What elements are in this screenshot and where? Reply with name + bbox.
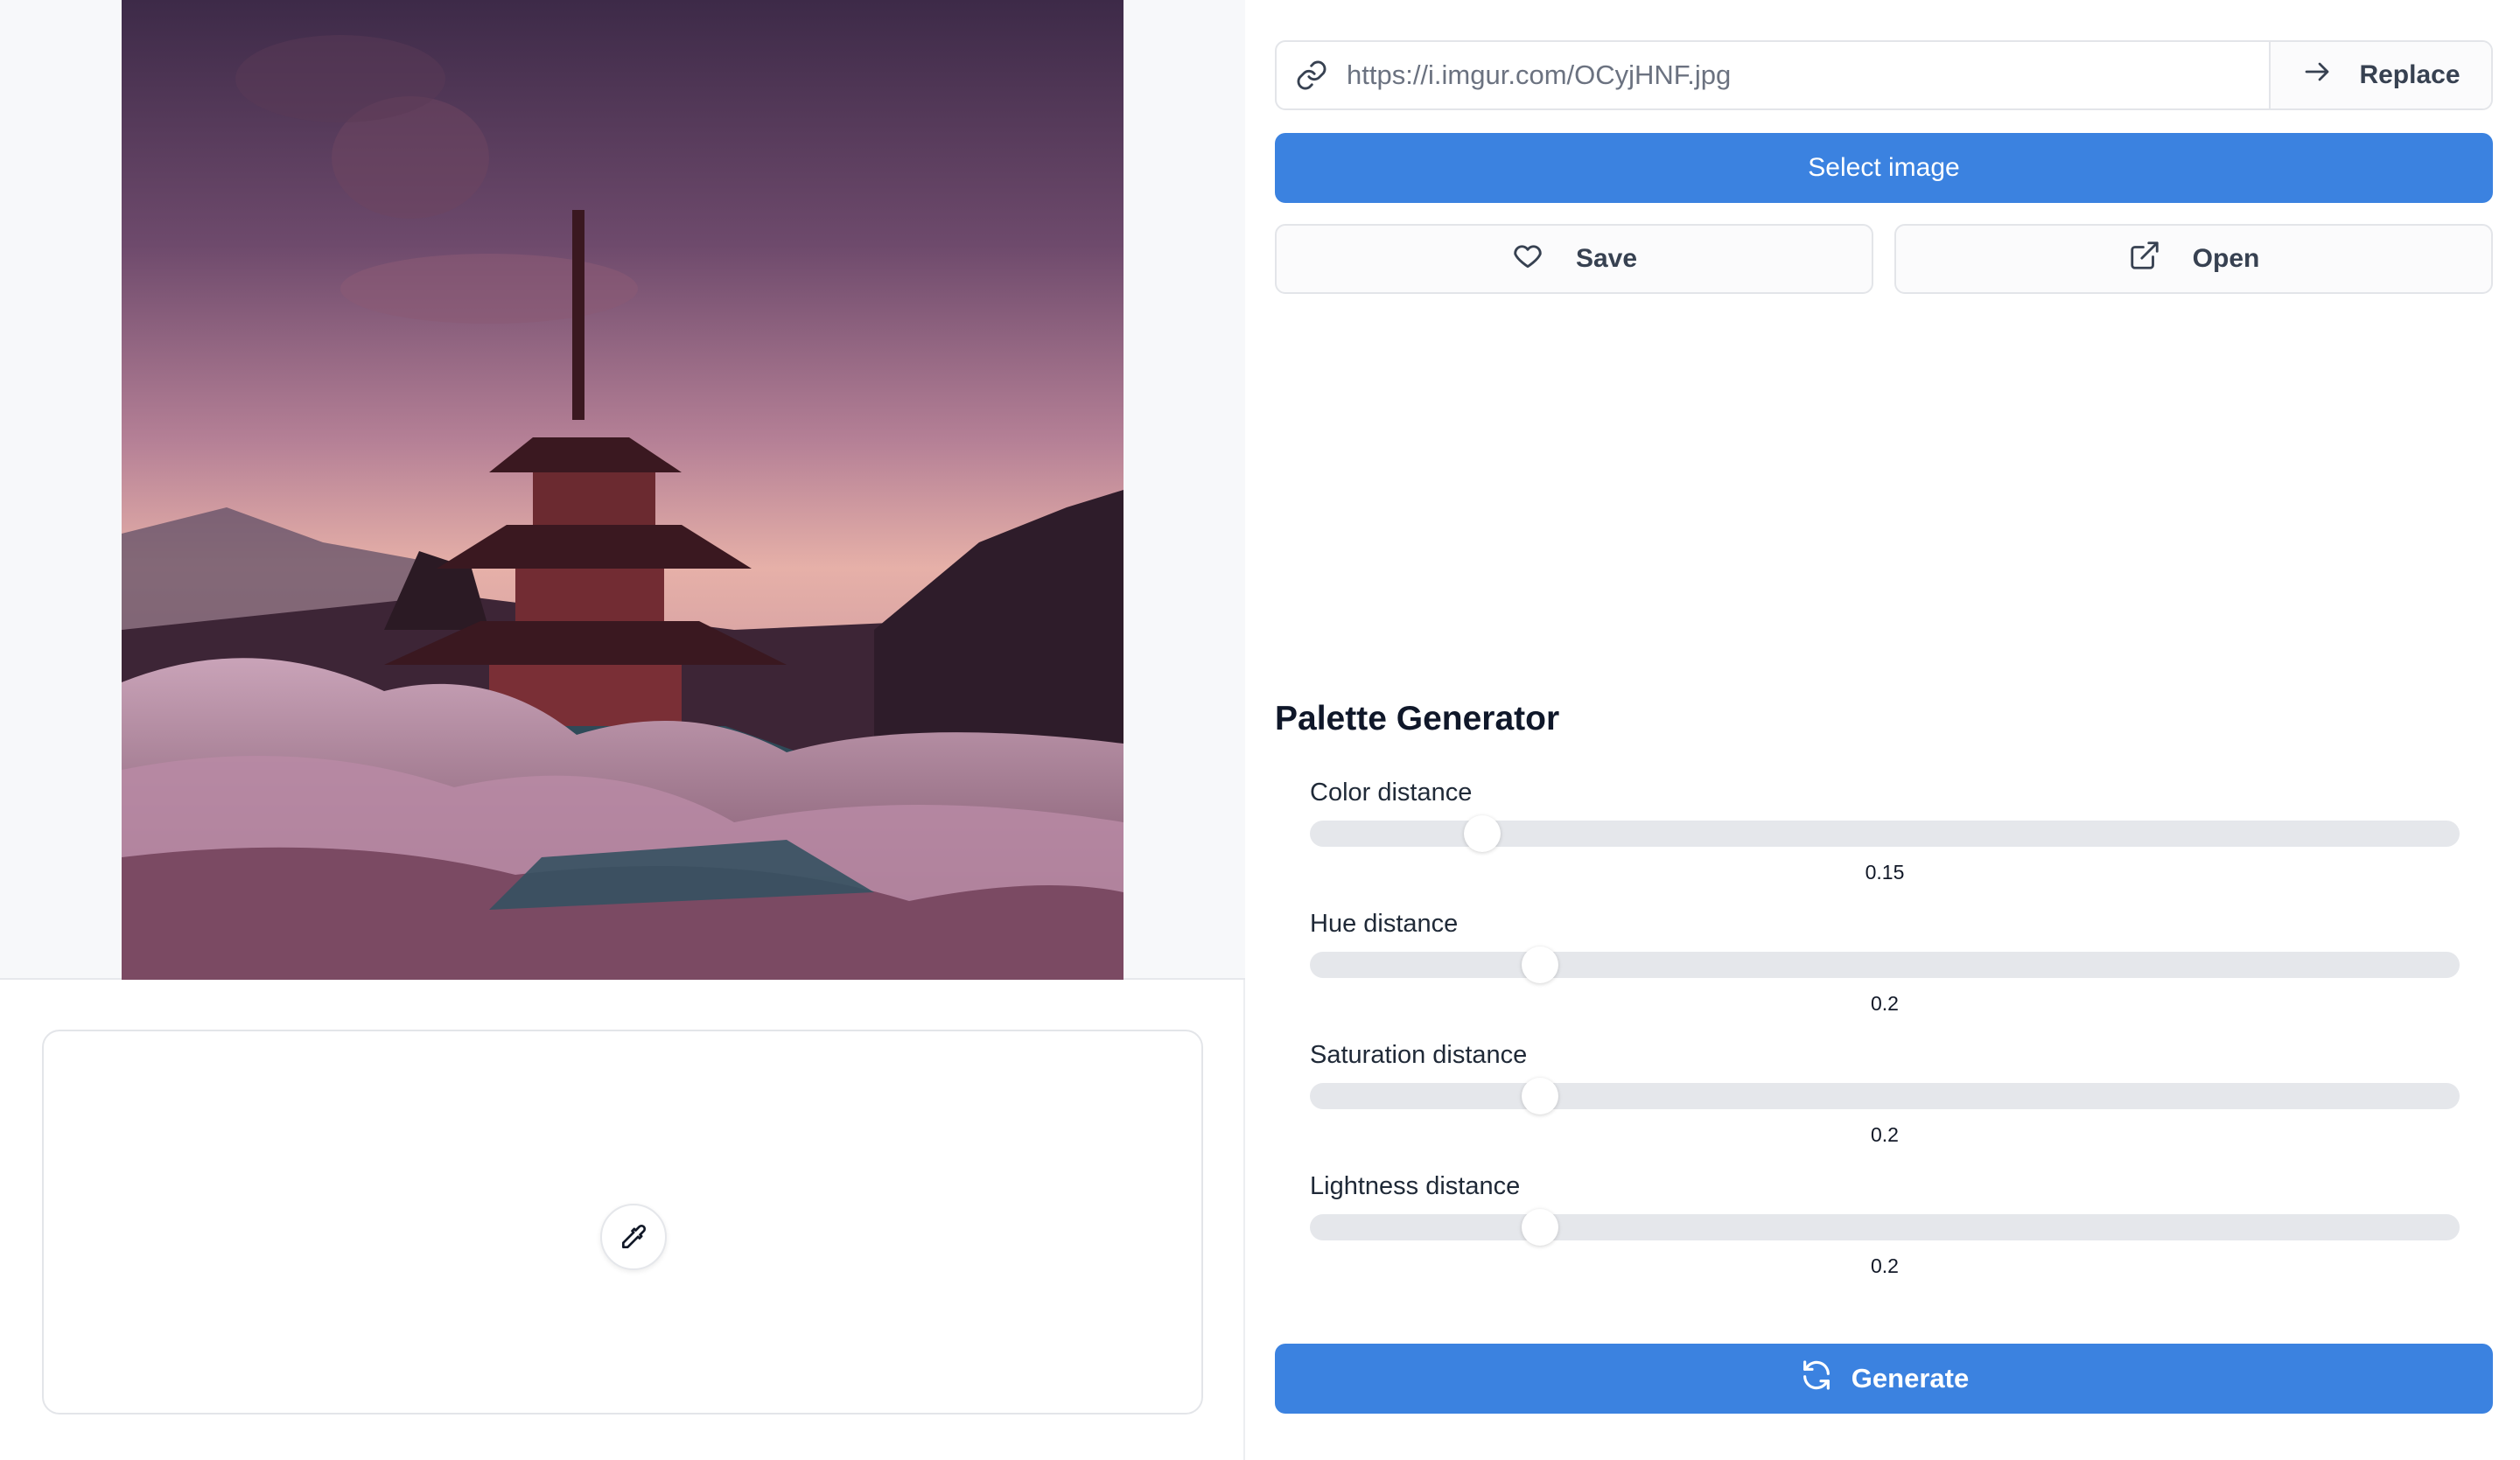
hue-distance-value: 0.2 — [1871, 992, 1899, 1015]
url-bar: Replace — [1275, 40, 2493, 110]
replace-button[interactable]: Replace — [2269, 42, 2491, 108]
external-link-icon — [2128, 239, 2161, 279]
color-distance-value: 0.15 — [1865, 861, 1905, 884]
lightness-distance-value: 0.2 — [1871, 1254, 1899, 1277]
saturation-distance-label: Saturation distance — [1310, 1041, 1528, 1069]
lightness-distance-slider[interactable] — [1310, 1209, 2460, 1246]
heart-icon — [1511, 239, 1544, 279]
color-distance-label: Color distance — [1310, 779, 1473, 807]
hue-distance-thumb[interactable] — [1521, 947, 1558, 983]
hue-distance-slider-group: Hue distance 0.2 — [1310, 906, 2460, 1016]
generate-button-label: Generate — [1851, 1363, 1970, 1394]
saturation-distance-thumb[interactable] — [1521, 1078, 1558, 1114]
preview-panel — [0, 0, 1245, 1460]
palette-generator-title: Palette Generator — [1275, 700, 1560, 737]
eyedropper-button[interactable] — [600, 1204, 667, 1270]
replace-button-label: Replace — [2359, 60, 2460, 89]
link-icon — [1277, 42, 1347, 108]
color-picker-card — [42, 1030, 1203, 1415]
saturation-distance-slider[interactable] — [1310, 1078, 2460, 1114]
image-stage — [0, 0, 1245, 980]
hue-distance-slider[interactable] — [1310, 947, 2460, 983]
lightness-distance-thumb[interactable] — [1521, 1209, 1558, 1246]
saturation-distance-value: 0.2 — [1871, 1123, 1899, 1146]
hue-distance-label: Hue distance — [1310, 910, 1459, 938]
save-button[interactable]: Save — [1275, 224, 1873, 294]
eyedropper-icon — [622, 1224, 647, 1248]
save-button-label: Save — [1575, 244, 1638, 273]
color-distance-thumb[interactable] — [1464, 815, 1502, 852]
saturation-distance-slider-group: Saturation distance 0.2 — [1310, 1037, 2460, 1147]
controls-panel: Replace Select image Save Open Palette G… — [1247, 0, 2520, 1460]
image-url-input[interactable] — [1347, 42, 2269, 108]
refresh-icon — [1799, 1358, 1834, 1400]
open-button-label: Open — [2192, 244, 2260, 273]
arrow-right-icon — [2301, 56, 2333, 94]
source-image — [122, 0, 1124, 980]
open-button[interactable]: Open — [1894, 224, 2493, 294]
lightness-distance-slider-group: Lightness distance 0.2 — [1310, 1169, 2460, 1278]
lightness-distance-label: Lightness distance — [1310, 1172, 1521, 1200]
pagoda-photo — [122, 0, 1124, 980]
select-image-button[interactable]: Select image — [1275, 133, 2493, 203]
generate-button[interactable]: Generate — [1275, 1344, 2493, 1414]
select-image-label: Select image — [1808, 153, 1960, 182]
color-distance-slider[interactable] — [1310, 815, 2460, 852]
color-distance-slider-group: Color distance 0.15 — [1310, 775, 2460, 884]
